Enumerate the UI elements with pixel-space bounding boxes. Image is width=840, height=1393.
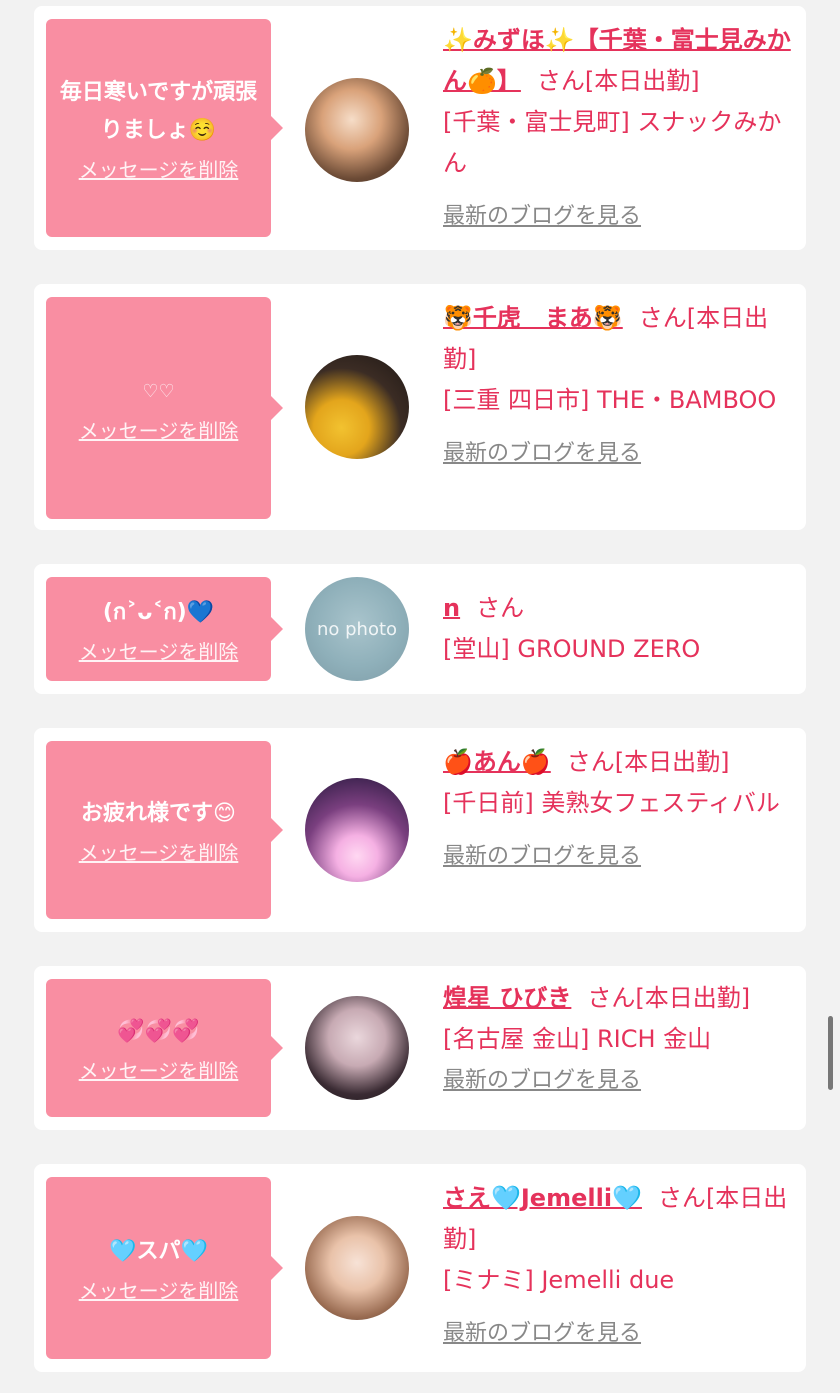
shop-name: [千葉・富士見町] スナックみかん	[443, 108, 782, 177]
latest-blog-link[interactable]: 最新のブログを見る	[443, 1060, 793, 1101]
sender-info: 煌星 ひびき さん[本日出勤] [名古屋 金山] RICH 金山 最新のブログを見…	[443, 978, 793, 1101]
no-photo-label: no photo	[316, 618, 398, 640]
latest-blog-link[interactable]: 最新のブログを見る	[443, 836, 793, 877]
shop-name: [千日前] 美熟女フェスティバル	[443, 789, 780, 817]
message-card: お疲れ様です😊 メッセージを削除 🍎あん🍎 さん[本日出勤] [千日前] 美熟女フ…	[34, 728, 806, 932]
message-card: 💞💞💞 メッセージを削除 煌星 ひびき さん[本日出勤] [名古屋 金山] RIC…	[34, 966, 806, 1130]
shop-name: [名古屋 金山] RICH 金山	[443, 1025, 712, 1053]
sender-info: さえ🩵Jemelli🩵 さん[本日出勤] [ミナミ] Jemelli due 最新…	[443, 1178, 793, 1354]
message-text: 💞💞💞	[117, 1018, 200, 1044]
message-bubble: (ก˃ᴗ˂ก)💙 メッセージを削除	[46, 577, 283, 681]
message-text: 毎日寒いですが頑張りましょ☺️	[59, 79, 258, 143]
message-card: 毎日寒いですが頑張りましょ☺️ メッセージを削除 ✨みずほ✨【千葉・富士見みかん…	[34, 6, 806, 250]
message-bubble: お疲れ様です😊 メッセージを削除	[46, 741, 283, 919]
message-text: 🩵スパ🩵	[109, 1238, 208, 1264]
avatar[interactable]: no photo	[305, 577, 409, 681]
message-bubble: 💞💞💞 メッセージを削除	[46, 979, 283, 1117]
message-text: (ก˃ᴗ˂ก)💙	[102, 599, 215, 625]
message-bubble: ♡♡ メッセージを削除	[46, 297, 283, 519]
delete-message-link[interactable]: メッセージを削除	[79, 1275, 239, 1304]
avatar[interactable]	[305, 1216, 409, 1320]
message-bubble: 毎日寒いですが頑張りましょ☺️ メッセージを削除	[46, 19, 283, 237]
latest-blog-link[interactable]: 最新のブログを見る	[443, 196, 793, 237]
message-list: 毎日寒いですが頑張りましょ☺️ メッセージを削除 ✨みずほ✨【千葉・富士見みかん…	[0, 0, 840, 1393]
honorific: さん	[536, 67, 585, 95]
delete-message-link[interactable]: メッセージを削除	[79, 837, 239, 866]
message-text: お疲れ様です😊	[81, 800, 236, 826]
sender-name-link[interactable]: n	[443, 594, 460, 622]
sender-name-link[interactable]: 🐯千虎 まあ🐯	[443, 304, 623, 332]
shift-status: [本日出勤]	[635, 984, 751, 1012]
honorific: さん	[566, 748, 615, 776]
latest-blog-link[interactable]: 最新のブログを見る	[443, 1313, 793, 1354]
latest-blog-link[interactable]: 最新のブログを見る	[443, 433, 793, 474]
sender-name-link[interactable]: 煌星 ひびき	[443, 984, 571, 1012]
sender-info: ✨みずほ✨【千葉・富士見みかん🍊】 さん[本日出勤] [千葉・富士見町] スナック…	[443, 20, 793, 237]
message-card: (ก˃ᴗ˂ก)💙 メッセージを削除 no photo n さん [堂山] GROU…	[34, 564, 806, 694]
sender-info: 🐯千虎 まあ🐯 さん[本日出勤] [三重 四日市] THE・BAMBOO 最新のブ…	[443, 298, 793, 474]
sender-info: 🍎あん🍎 さん[本日出勤] [千日前] 美熟女フェスティバル 最新のブログを見る	[443, 742, 793, 877]
sender-name-link[interactable]: さえ🩵Jemelli🩵	[443, 1184, 642, 1212]
delete-message-link[interactable]: メッセージを削除	[79, 636, 239, 665]
sender-info: n さん [堂山] GROUND ZERO	[443, 588, 793, 670]
honorific: さん	[587, 984, 636, 1012]
message-card: 🩵スパ🩵 メッセージを削除 さえ🩵Jemelli🩵 さん[本日出勤] [ミナミ] …	[34, 1164, 806, 1372]
delete-message-link[interactable]: メッセージを削除	[79, 415, 239, 444]
message-text: ♡♡	[142, 380, 175, 402]
honorific: さん	[476, 594, 525, 622]
message-bubble: 🩵スパ🩵 メッセージを削除	[46, 1177, 283, 1359]
honorific: さん	[638, 304, 687, 332]
message-card: ♡♡ メッセージを削除 🐯千虎 まあ🐯 さん[本日出勤] [三重 四日市] THE…	[34, 284, 806, 530]
delete-message-link[interactable]: メッセージを削除	[79, 154, 239, 183]
shop-name: [三重 四日市] THE・BAMBOO	[443, 386, 777, 414]
shop-name: [堂山] GROUND ZERO	[443, 635, 701, 663]
avatar[interactable]	[305, 78, 409, 182]
shift-status: [本日出勤]	[614, 748, 730, 776]
delete-message-link[interactable]: メッセージを削除	[79, 1055, 239, 1084]
avatar[interactable]	[305, 996, 409, 1100]
shop-name: [ミナミ] Jemelli due	[443, 1266, 675, 1294]
avatar[interactable]	[305, 355, 409, 459]
avatar[interactable]	[305, 778, 409, 882]
shift-status: [本日出勤]	[584, 67, 700, 95]
scrollbar[interactable]	[828, 1016, 833, 1090]
sender-name-link[interactable]: 🍎あん🍎	[443, 748, 551, 776]
honorific: さん	[657, 1184, 706, 1212]
